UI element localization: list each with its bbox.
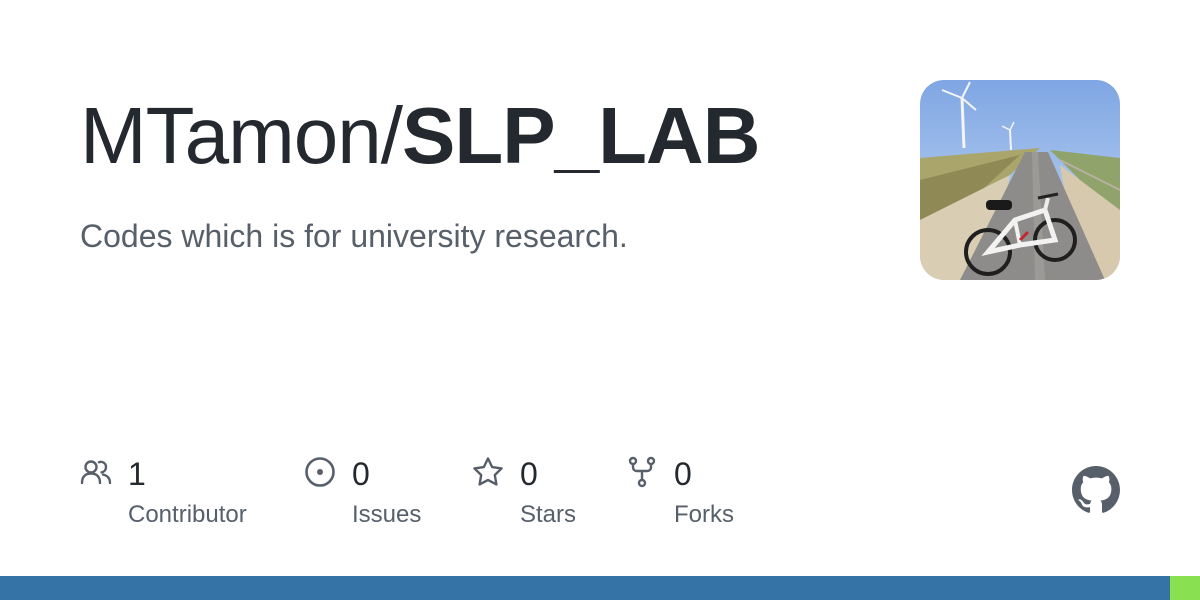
language-bar <box>0 576 1200 600</box>
issue-opened-icon <box>305 457 335 487</box>
avatar-photo-bicycle <box>920 80 1120 280</box>
issues-label: Issues <box>352 501 422 528</box>
people-icon <box>80 460 112 485</box>
repo-description: Codes which is for university research. <box>80 218 628 254</box>
repo-name: SLP_LAB <box>401 91 760 180</box>
repo-owner: MTamon/ <box>80 91 403 180</box>
contributors-label: Contributor <box>128 501 247 528</box>
forks-count: 0 <box>674 456 692 492</box>
github-mark-icon[interactable] <box>1072 466 1120 514</box>
repo-title: MTamon/SLP_LAB <box>80 88 760 184</box>
forks-label: Forks <box>674 501 734 528</box>
stars-label: Stars <box>520 501 577 528</box>
repo-social-card: MTamon/SLP_LAB Codes which is for univer… <box>0 0 1200 600</box>
stars-count: 0 <box>520 456 538 492</box>
contributors-count: 1 <box>128 456 146 492</box>
star-icon <box>473 457 503 486</box>
language-bar-segment <box>0 576 1170 600</box>
language-bar-segment <box>1170 576 1200 600</box>
repo-forked-icon <box>628 456 656 488</box>
issues-count: 0 <box>352 456 370 492</box>
owner-avatar <box>920 80 1120 280</box>
